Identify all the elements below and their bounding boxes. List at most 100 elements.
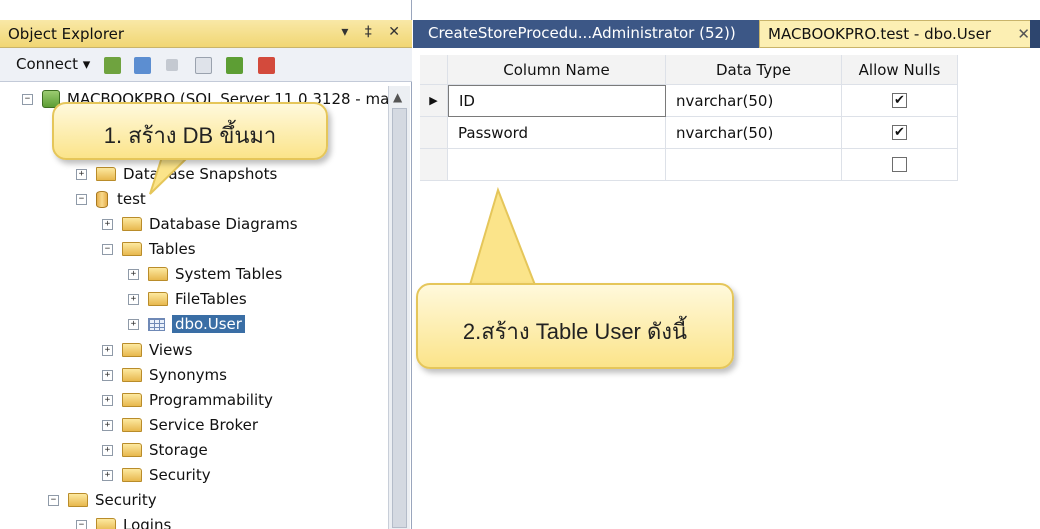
tree-node-logins[interactable]: − Logins [76, 514, 171, 529]
callout-step2-text: 2.สร้าง Table User ดังนี้ [462, 319, 688, 344]
column-header-allow-nulls[interactable]: Allow Nulls [842, 55, 958, 85]
tree-label-synonyms: Synonyms [149, 366, 227, 384]
folder-icon [122, 368, 142, 382]
collapse-icon[interactable]: − [76, 193, 87, 205]
folder-icon [122, 468, 142, 482]
data-type-cell[interactable]: nvarchar(50) [666, 117, 842, 149]
tree-scrollbar[interactable]: ▲ [388, 86, 410, 529]
tab-dbo-user[interactable]: MACBOOKPRO.test - dbo.User ✕ [759, 20, 1039, 48]
tree-label-database-snapshots: Database Snapshots [123, 165, 278, 183]
object-explorer-panel: Object Explorer ▾ ‡ ✕ Connect ▾ − MACBOO… [0, 0, 412, 529]
activity-monitor-icon[interactable] [258, 57, 275, 74]
expand-icon[interactable]: + [128, 268, 139, 280]
folder-icon [122, 217, 142, 231]
object-explorer-titlebar: Object Explorer ▾ ‡ ✕ [0, 20, 412, 48]
tree-label-programmability: Programmability [149, 391, 273, 409]
allow-nulls-checkbox[interactable] [892, 157, 907, 172]
allow-nulls-checkbox[interactable]: ✔ [892, 93, 907, 108]
tree-label-dbo-user: dbo.User [172, 315, 245, 333]
row-indicator[interactable]: ▶ [420, 85, 448, 117]
expand-icon[interactable]: + [102, 369, 113, 381]
pin-close-icon[interactable]: ▾ ‡ ✕ [341, 24, 406, 40]
expand-icon[interactable]: + [102, 394, 113, 406]
data-type-cell[interactable] [666, 149, 842, 181]
data-type-cell[interactable]: nvarchar(50) [666, 85, 842, 117]
callout-step1-text: 1. สร้าง DB ขึ้นมา [103, 123, 277, 148]
stop-icon[interactable] [166, 59, 178, 71]
callout-step2: 2.สร้าง Table User ดังนี้ [416, 283, 734, 369]
folder-icon [122, 242, 142, 256]
collapse-icon[interactable]: − [76, 519, 87, 529]
tree-node-dbo-user[interactable]: + dbo.User [128, 313, 245, 335]
scrollbar-thumb[interactable] [392, 108, 407, 528]
folder-icon [68, 493, 88, 507]
tree-node-test-db[interactable]: − test [76, 188, 146, 210]
tree-label-database-diagrams: Database Diagrams [149, 215, 298, 233]
column-name-cell[interactable] [448, 149, 666, 181]
object-explorer-toolbar: Connect ▾ [0, 48, 412, 82]
object-explorer-title: Object Explorer [8, 25, 125, 43]
folder-icon [148, 267, 168, 281]
allow-nulls-cell: ✔ [842, 117, 958, 149]
expand-icon[interactable]: + [102, 469, 113, 481]
folder-icon [122, 343, 142, 357]
connect-db-icon[interactable] [104, 57, 121, 74]
tree-node-security-db[interactable]: + Security [102, 464, 211, 486]
tree-node-storage[interactable]: + Storage [102, 439, 208, 461]
tree-node-security-server[interactable]: − Security [48, 489, 157, 511]
expand-icon[interactable]: + [128, 318, 139, 330]
column-name-cell[interactable]: Password [448, 117, 666, 149]
expand-icon[interactable]: + [76, 168, 87, 180]
tree-node-system-tables[interactable]: + System Tables [128, 263, 282, 285]
connect-button[interactable]: Connect ▾ [16, 55, 90, 73]
tree-node-service-broker[interactable]: + Service Broker [102, 414, 258, 436]
expand-icon[interactable]: + [102, 218, 113, 230]
folder-icon [122, 418, 142, 432]
expand-icon[interactable]: + [128, 293, 139, 305]
allow-nulls-checkbox[interactable]: ✔ [892, 125, 907, 140]
tree-node-database-diagrams[interactable]: + Database Diagrams [102, 213, 298, 235]
tree-label-logins: Logins [123, 516, 172, 529]
close-tab-icon[interactable]: ✕ [1017, 25, 1030, 43]
tree-label-security-server: Security [95, 491, 157, 509]
tree-label-service-broker: Service Broker [149, 416, 259, 434]
folder-icon [148, 292, 168, 306]
tree-node-programmability[interactable]: + Programmability [102, 389, 273, 411]
collapse-icon[interactable]: − [48, 494, 59, 506]
database-icon [96, 190, 108, 208]
folder-icon [122, 443, 142, 457]
tree-node-database-snapshots[interactable]: + Database Snapshots [76, 163, 277, 185]
expand-icon[interactable]: + [102, 419, 113, 431]
expand-icon[interactable]: + [102, 444, 113, 456]
tree-label-security-db: Security [149, 466, 211, 484]
folder-icon [96, 518, 116, 529]
scroll-up-icon[interactable]: ▲ [393, 90, 402, 104]
callout-step1: 1. สร้าง DB ขึ้นมา [52, 102, 328, 160]
disconnect-icon[interactable] [134, 57, 151, 74]
document-tab-bar: CreateStoreProcedu...Administrator (52))… [413, 20, 1040, 48]
tree-node-tables[interactable]: − Tables [102, 238, 196, 260]
tree-label-views: Views [149, 341, 193, 359]
row-header-corner [420, 55, 448, 85]
folder-icon [96, 167, 116, 181]
column-header-data-type[interactable]: Data Type [666, 55, 842, 85]
row-indicator[interactable] [420, 117, 448, 149]
allow-nulls-cell [842, 149, 958, 181]
refresh-icon[interactable] [226, 57, 243, 74]
tree-label-system-tables: System Tables [175, 265, 283, 283]
row-indicator[interactable] [420, 149, 448, 181]
expand-icon[interactable]: + [102, 344, 113, 356]
filter-icon[interactable] [195, 57, 212, 74]
column-name-cell[interactable]: ID [448, 85, 666, 117]
tree-node-synonyms[interactable]: + Synonyms [102, 364, 227, 386]
tree-node-views[interactable]: + Views [102, 339, 192, 361]
tab-dbo-user-label: MACBOOKPRO.test - dbo.User [768, 25, 991, 43]
tab-overflow[interactable] [1030, 20, 1040, 48]
tree-label-storage: Storage [149, 441, 208, 459]
tree-node-file-tables[interactable]: + FileTables [128, 288, 247, 310]
collapse-icon[interactable]: − [102, 243, 113, 255]
collapse-icon[interactable]: − [22, 93, 33, 105]
tree-label-file-tables: FileTables [175, 290, 247, 308]
tab-create-store-procedure[interactable]: CreateStoreProcedu...Administrator (52)) [428, 24, 736, 42]
column-header-column-name[interactable]: Column Name [448, 55, 666, 85]
